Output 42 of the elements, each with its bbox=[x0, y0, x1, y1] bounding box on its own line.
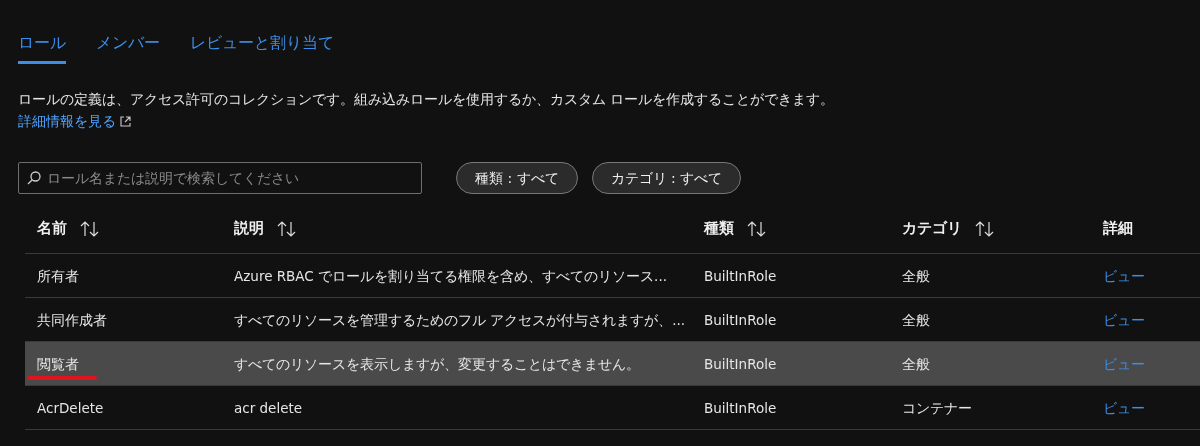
table-cell: acr delete bbox=[234, 399, 303, 416]
description-text: ロールの定義は、アクセス許可のコレクションです。組み込みロールを使用するか、カスタム ロールを作成することができます。 詳細情報を見る bbox=[18, 91, 835, 129]
table-cell: コンテナー bbox=[902, 399, 972, 416]
search-icon bbox=[27, 171, 41, 185]
table-cell: AcrDelete bbox=[37, 399, 104, 416]
table-cell: 全般 bbox=[902, 311, 930, 328]
table-cell: 全般 bbox=[902, 267, 930, 284]
table-cell: すべてのリソースを表示しますが、変更することはできません。 bbox=[234, 355, 640, 372]
table-cell: BuiltInRole bbox=[704, 311, 777, 328]
table-cell: BuiltInRole bbox=[704, 399, 777, 416]
column-header[interactable]: 詳細 bbox=[1103, 217, 1133, 240]
tab[interactable]: レビューと割り当て bbox=[190, 30, 334, 64]
view-link[interactable]: ビュー bbox=[1103, 267, 1145, 284]
sort-icon[interactable] bbox=[276, 220, 298, 237]
table-cell: 共同作成者 bbox=[37, 311, 107, 328]
table-cell: 所有者 bbox=[37, 267, 79, 284]
table-row[interactable]: 閲覧者 すべてのリソースを表示しますが、変更することはできません。 BuiltInRole 全般 ビュー bbox=[25, 342, 1200, 386]
column-header[interactable]: 種類 bbox=[704, 217, 734, 240]
sort-icon[interactable] bbox=[746, 220, 768, 237]
column-header[interactable]: 説明 bbox=[234, 217, 264, 240]
view-link[interactable]: ビュー bbox=[1103, 311, 1145, 328]
table-cell: すべてのリソースを管理するためのフル アクセスが付与されますが、... bbox=[234, 311, 686, 328]
table-cell: Azure RBAC でロールを割り当てる権限を含め、すべてのリソース... bbox=[234, 267, 667, 284]
table-row[interactable]: 所有者 Azure RBAC でロールを割り当てる権限を含め、すべてのリソース... BuiltInRole 全般 ビュー bbox=[25, 254, 1200, 298]
search-field[interactable]: ロール名または説明で検索してください bbox=[18, 162, 422, 194]
sort-icon[interactable] bbox=[79, 220, 101, 237]
search-input[interactable]: ロール名または説明で検索してください bbox=[47, 167, 413, 189]
table-cell: BuiltInRole bbox=[704, 267, 777, 284]
column-header[interactable]: 名前 bbox=[37, 217, 67, 240]
table-cell: 閲覧者 bbox=[37, 355, 79, 372]
column-header[interactable]: カテゴリ bbox=[902, 217, 962, 240]
sort-icon[interactable] bbox=[974, 220, 996, 237]
table-cell: 全般 bbox=[902, 355, 930, 372]
view-link[interactable]: ビュー bbox=[1103, 399, 1145, 416]
tab[interactable]: メンバー bbox=[96, 30, 160, 64]
filter-button[interactable]: 種類 : すべて bbox=[456, 162, 578, 194]
tab[interactable]: ロール bbox=[18, 30, 66, 64]
filter-button[interactable]: カテゴリ : すべて bbox=[591, 162, 742, 194]
table-cell: BuiltInRole bbox=[704, 355, 777, 372]
external-link-icon bbox=[120, 115, 131, 127]
learn-more-link[interactable]: 詳細情報を見る bbox=[18, 110, 131, 132]
table-row[interactable]: AcrDelete acr delete BuiltInRole コンテナー ビュー bbox=[25, 386, 1200, 430]
